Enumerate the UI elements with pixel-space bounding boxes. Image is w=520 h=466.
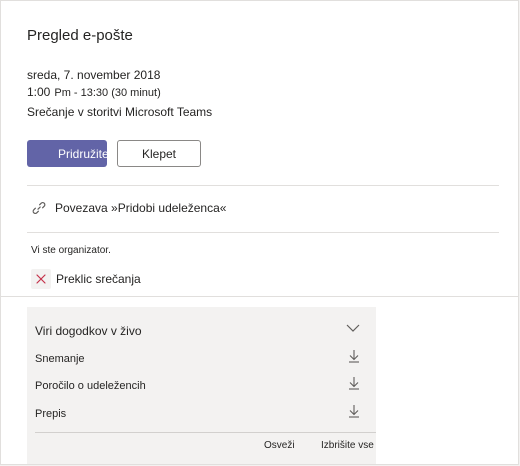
meeting-time-start: 1:00 <box>27 85 51 99</box>
meeting-location: Srečanje v storitvi Microsoft Teams <box>27 105 213 119</box>
chevron-down-icon[interactable] <box>346 323 360 333</box>
divider <box>27 185 499 186</box>
resource-recording: Snemanje <box>35 353 85 365</box>
join-button[interactable]: Pridružitev <box>27 140 107 167</box>
live-resources-title: Viri dogodkov v živo <box>35 324 142 338</box>
cancel-meeting-button[interactable]: Preklic srečanja <box>31 269 141 289</box>
attendee-link[interactable]: Povezava »Pridobi udeleženca« <box>31 200 226 216</box>
organizer-note: Vi ste organizator. <box>31 245 111 256</box>
close-icon <box>31 269 51 289</box>
divider <box>35 432 376 433</box>
divider <box>1 296 518 297</box>
link-icon <box>32 202 46 214</box>
cancel-meeting-label: Preklic srečanja <box>56 272 141 286</box>
resource-transcript: Prepis <box>35 408 67 420</box>
email-preview-panel: Pregled e-pošte sreda, 7. november 2018 … <box>0 0 519 465</box>
delete-all-button[interactable]: Izbrišite vse <box>321 440 374 451</box>
page-title: Pregled e-pošte <box>27 27 133 44</box>
download-icon[interactable] <box>348 376 360 390</box>
resource-attendee-report: Poročilo o udeležencih <box>35 380 146 392</box>
download-icon[interactable] <box>348 404 360 418</box>
attendee-link-label: Povezava »Pridobi udeleženca« <box>55 201 227 215</box>
meeting-time: 1:00 Pm - 13:30 (30 minut) <box>27 85 161 99</box>
chat-button[interactable]: Klepet <box>117 140 201 167</box>
meeting-date: sreda, 7. november 2018 <box>27 68 161 82</box>
divider <box>27 232 499 233</box>
meeting-time-rest: Pm - 13:30 (30 minut) <box>54 87 161 99</box>
download-icon[interactable] <box>348 349 360 363</box>
refresh-button[interactable]: Osveži <box>264 440 295 451</box>
live-event-resources: Viri dogodkov v živo Snemanje Poročilo o… <box>27 307 376 464</box>
